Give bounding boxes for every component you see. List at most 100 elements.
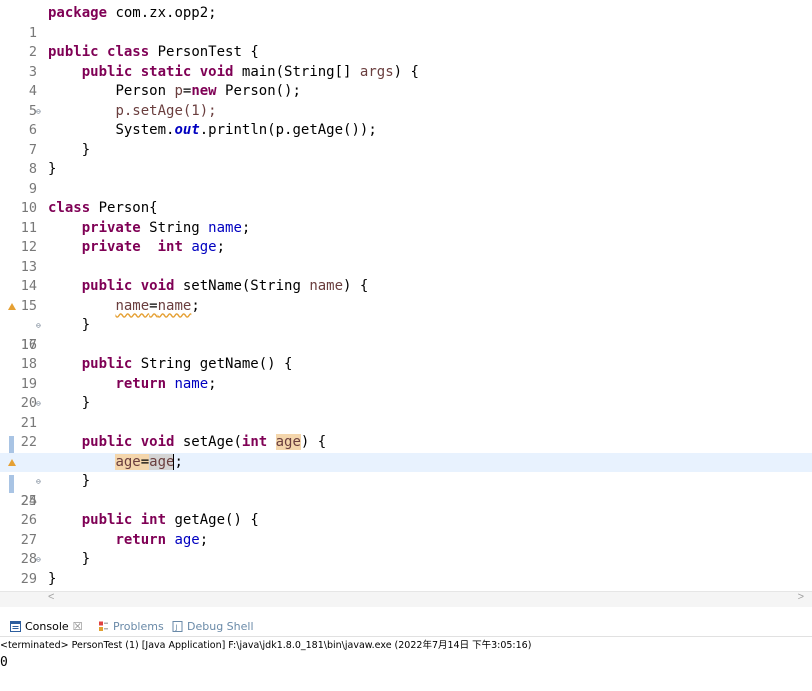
code-line[interactable]: 1 package com.zx.opp2;: [0, 4, 812, 41]
svg-text:J: J: [175, 623, 178, 631]
static-field: out: [174, 122, 200, 138]
parameter: name: [309, 278, 344, 294]
code-text: ) {: [300, 434, 327, 450]
parameter-highlighted: age: [149, 453, 175, 470]
code-line[interactable]: 4 ⊖ public static void main(String[] arg…: [0, 63, 812, 116]
code-text: ;: [216, 239, 226, 255]
keyword: new: [191, 83, 217, 99]
code-text: }: [48, 161, 57, 177]
code-line[interactable]: 13 private int age;: [0, 238, 812, 275]
code-line[interactable]: 3 public class PersonTest {: [0, 43, 812, 80]
code-text: }: [81, 395, 91, 411]
code-line[interactable]: 2: [0, 24, 812, 60]
keyword: int: [140, 512, 167, 528]
code-line[interactable]: 18: [0, 336, 812, 372]
code-line[interactable]: 23 ⊖ public void setAge(int age) {: [0, 433, 812, 486]
keyword: return: [115, 375, 167, 392]
code-text: Person: [115, 83, 175, 99]
code-line[interactable]: 11 class Person{: [0, 199, 812, 236]
keyword: public: [81, 512, 133, 528]
field: name: [208, 219, 242, 236]
code-text: System.: [115, 122, 175, 138]
code-text: =: [149, 297, 158, 314]
scroll-left-arrow-icon[interactable]: <: [48, 591, 54, 603]
code-line[interactable]: 21 }: [0, 394, 812, 431]
console-status-line: <terminated> PersonTest (1) [Java Applic…: [0, 640, 532, 651]
code-text: ) {: [393, 63, 419, 80]
code-text: String: [140, 219, 209, 236]
code-line[interactable]: 6 p.setAge(1);: [0, 102, 812, 139]
code-text: ) {: [343, 278, 369, 294]
code-line[interactable]: 7 System.out.println(p.getAge());: [0, 121, 812, 158]
code-text: p.setAge(1);: [115, 102, 217, 119]
tab-problems[interactable]: Problems: [98, 618, 164, 634]
parameter: name: [157, 297, 192, 314]
warning-icon[interactable]: [8, 302, 16, 310]
keyword: private: [81, 239, 141, 255]
parameter: name: [115, 297, 150, 314]
code-line[interactable]: 8 }: [0, 141, 812, 178]
code-text: Person();: [216, 83, 301, 99]
parameter-highlighted: age: [115, 453, 141, 470]
code-line-current[interactable]: 24 age=age;: [0, 452, 812, 509]
keyword: private: [81, 219, 141, 236]
keyword: public: [81, 63, 133, 80]
console-icon: [10, 620, 21, 632]
keyword: public: [81, 278, 133, 294]
code-line[interactable]: 10: [0, 180, 812, 216]
code-text: =: [140, 453, 150, 470]
problems-icon: [98, 621, 109, 632]
code-text: }: [48, 570, 57, 587]
code-text: ;: [199, 531, 209, 548]
console-tab-bar: Console ☒ Problems J Debug Shell: [0, 614, 812, 637]
code-line[interactable]: 25 }: [0, 472, 812, 509]
code-text: }: [81, 473, 91, 489]
code-line[interactable]: 27 ⊖ public int getAge() {: [0, 511, 812, 564]
field: age: [174, 531, 200, 548]
debug-shell-icon: J: [172, 620, 183, 632]
close-icon[interactable]: ☒: [73, 620, 83, 633]
keyword: class: [107, 44, 150, 60]
code-line[interactable]: 30 }: [0, 570, 812, 598]
code-line[interactable]: 15 ⊖ public void setName(String name) {: [0, 277, 812, 330]
code-line[interactable]: 9 }: [0, 160, 812, 197]
keyword: package: [48, 5, 108, 21]
tab-console[interactable]: Console ☒: [10, 618, 83, 634]
code-text: .println(p.getAge());: [199, 122, 377, 138]
tab-debug-shell[interactable]: J Debug Shell: [172, 618, 254, 634]
keyword: public: [81, 356, 133, 372]
code-line[interactable]: 22: [0, 414, 812, 450]
code-text: ;: [174, 453, 183, 470]
code-line[interactable]: 19 ⊖ public String getName() {: [0, 355, 812, 408]
console-output[interactable]: 0: [0, 654, 8, 672]
code-line[interactable]: 5 Person p=new Person();: [0, 82, 812, 119]
code-line[interactable]: 29 }: [0, 550, 812, 587]
code-editor[interactable]: 1 package com.zx.opp2; 2 3 public class …: [0, 0, 812, 597]
code-line[interactable]: 20 return name;: [0, 375, 812, 412]
code-line[interactable]: 16 name=name;: [0, 297, 812, 353]
keyword: int: [241, 434, 268, 450]
code-text: main(String[]: [233, 63, 360, 80]
code-line[interactable]: 26: [0, 492, 812, 528]
keyword: void: [199, 63, 234, 80]
field: age: [191, 239, 217, 255]
warning-icon[interactable]: [8, 458, 16, 466]
code-text: PersonTest {: [149, 44, 259, 60]
code-text: ;: [191, 297, 200, 314]
keyword: class: [48, 200, 91, 216]
code-line[interactable]: 12 private String name;: [0, 219, 812, 256]
parameter: args: [359, 63, 394, 80]
code-line[interactable]: 28 return age;: [0, 531, 812, 568]
code-line[interactable]: 17 }: [0, 316, 812, 353]
code-text: Person{: [90, 200, 158, 216]
scroll-right-arrow-icon[interactable]: >: [798, 591, 804, 603]
horizontal-scrollbar[interactable]: < >: [0, 591, 812, 607]
keyword: void: [140, 278, 175, 294]
tab-label: Problems: [113, 619, 164, 633]
tab-label: Console: [25, 619, 69, 633]
code-text: setName(String: [174, 278, 310, 294]
code-text: ;: [241, 219, 251, 236]
code-line[interactable]: 14: [0, 258, 812, 294]
